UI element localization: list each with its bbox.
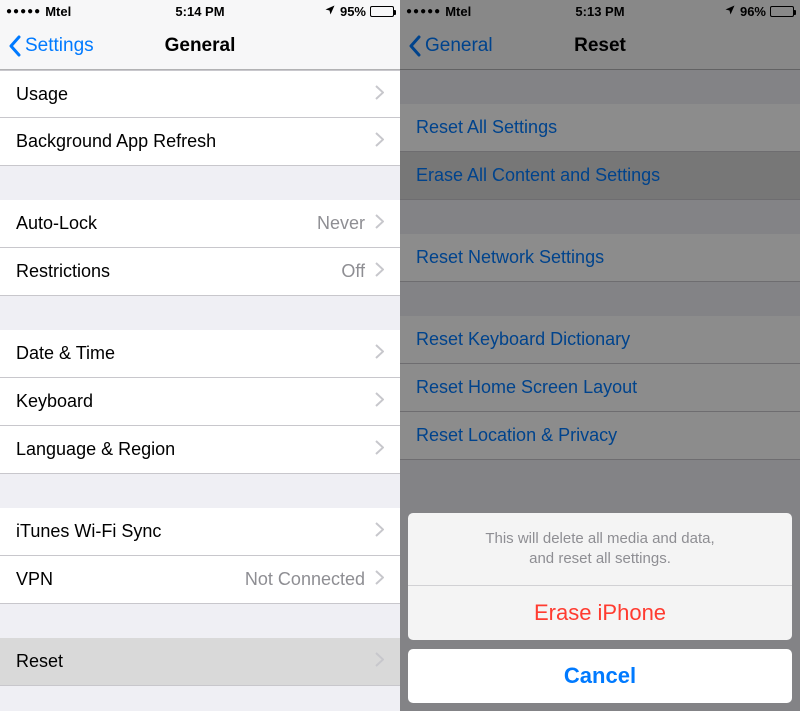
row-reset[interactable]: Reset [0, 638, 400, 686]
row-label: Auto-Lock [16, 213, 317, 234]
row-value: Off [341, 261, 365, 282]
row-background-app-refresh[interactable]: Background App Refresh [0, 118, 400, 166]
group-spacer [0, 474, 400, 508]
row-label: Keyboard [16, 391, 375, 412]
group-spacer [0, 166, 400, 200]
status-bar: ●●●●● Mtel 5:14 PM 95% [0, 0, 400, 22]
chevron-right-icon [375, 213, 384, 234]
row-auto-lock[interactable]: Auto-Lock Never [0, 200, 400, 248]
chevron-right-icon [375, 131, 384, 152]
row-itunes-wifi-sync[interactable]: iTunes Wi-Fi Sync [0, 508, 400, 556]
phone-reset: ●●●●● Mtel 5:13 PM 96% General Reset Res… [400, 0, 800, 711]
chevron-right-icon [375, 84, 384, 105]
chevron-right-icon [375, 569, 384, 590]
row-label: Reset [16, 651, 375, 672]
row-label: Restrictions [16, 261, 341, 282]
action-sheet-card: This will delete all media and data, and… [408, 513, 792, 641]
battery-icon [370, 6, 394, 17]
row-label: iTunes Wi-Fi Sync [16, 521, 375, 542]
row-label: Language & Region [16, 439, 375, 460]
nav-bar: Settings General [0, 22, 400, 70]
settings-list: Usage Background App Refresh Auto-Lock N… [0, 70, 400, 711]
chevron-right-icon [375, 439, 384, 460]
erase-iphone-button[interactable]: Erase iPhone [408, 586, 792, 640]
row-value: Not Connected [245, 569, 365, 590]
chevron-right-icon [375, 261, 384, 282]
chevron-right-icon [375, 343, 384, 364]
chevron-right-icon [375, 391, 384, 412]
row-language-region[interactable]: Language & Region [0, 426, 400, 474]
status-time: 5:14 PM [0, 4, 400, 19]
chevron-right-icon [375, 521, 384, 542]
row-value: Never [317, 213, 365, 234]
row-label: VPN [16, 569, 245, 590]
phone-general: ●●●●● Mtel 5:14 PM 95% Settings General … [0, 0, 400, 711]
row-usage[interactable]: Usage [0, 70, 400, 118]
row-label: Date & Time [16, 343, 375, 364]
cancel-button[interactable]: Cancel [408, 649, 792, 703]
row-label: Usage [16, 84, 375, 105]
row-date-time[interactable]: Date & Time [0, 330, 400, 378]
group-spacer [0, 604, 400, 638]
action-sheet: This will delete all media and data, and… [408, 513, 792, 704]
nav-title: General [0, 35, 400, 57]
row-restrictions[interactable]: Restrictions Off [0, 248, 400, 296]
action-sheet-message: This will delete all media and data, and… [408, 513, 792, 587]
row-keyboard[interactable]: Keyboard [0, 378, 400, 426]
group-spacer [0, 296, 400, 330]
row-vpn[interactable]: VPN Not Connected [0, 556, 400, 604]
chevron-right-icon [375, 651, 384, 672]
row-label: Background App Refresh [16, 131, 375, 152]
